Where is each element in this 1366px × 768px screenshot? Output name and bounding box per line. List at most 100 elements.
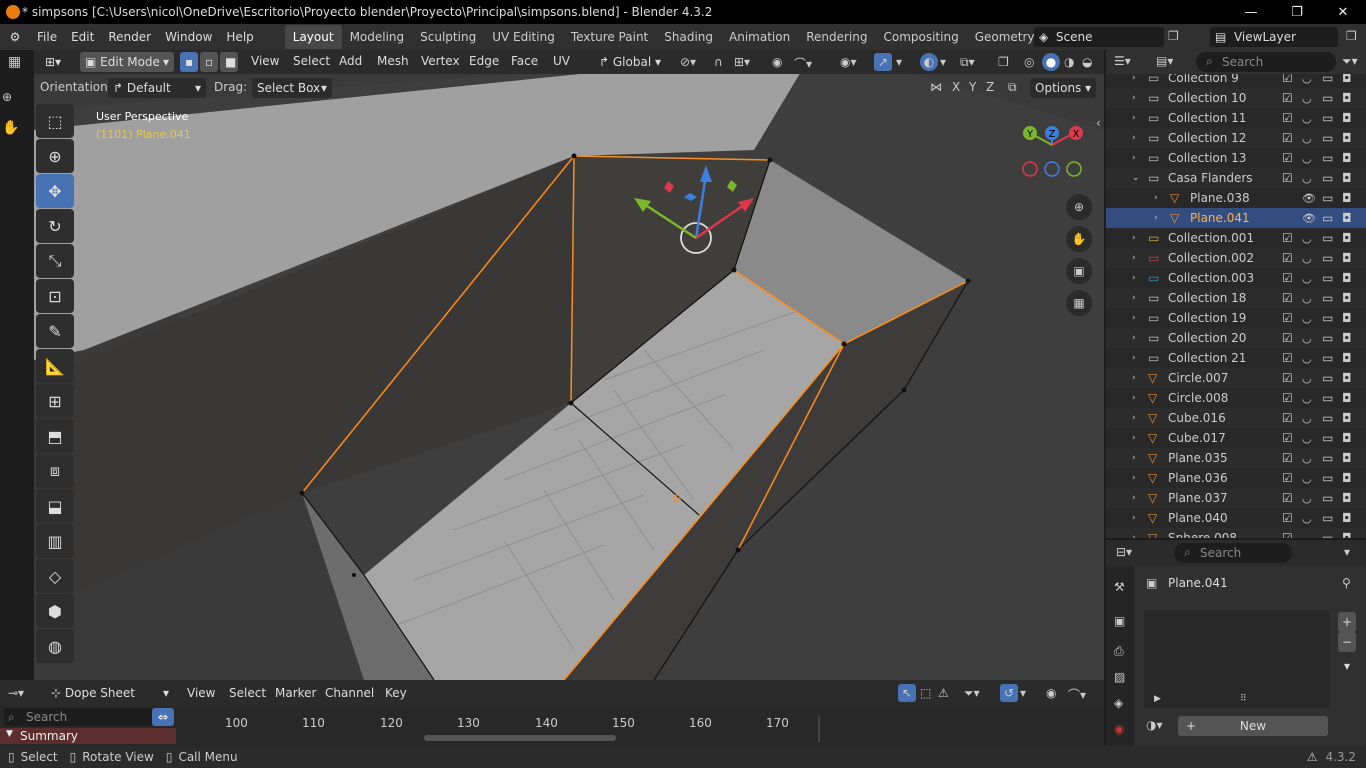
expand-icon[interactable]: › <box>1132 153 1136 163</box>
properties-options-icon[interactable]: ▾ <box>1344 545 1350 559</box>
expand-icon[interactable]: › <box>1132 113 1136 123</box>
outliner-row[interactable]: › ▽ Cube.016 ☑ ◡ ▭ ◘ <box>1106 408 1366 428</box>
monitor-icon[interactable]: ▭ <box>1322 251 1333 265</box>
exclude-checkbox[interactable]: ☑ <box>1282 91 1293 105</box>
eye-icon[interactable]: ◡ <box>1302 312 1312 325</box>
camera-render-icon[interactable]: ◘ <box>1342 531 1352 538</box>
move-tool-icon[interactable]: ✥ <box>36 174 74 208</box>
eye-icon[interactable]: ◡ <box>1302 352 1312 365</box>
mirror-z[interactable]: Z <box>986 80 994 94</box>
monitor-icon[interactable]: ▭ <box>1322 111 1333 125</box>
falloff-icon[interactable]: ⌒▾ <box>794 55 812 72</box>
expand-icon[interactable]: › <box>1132 133 1136 143</box>
add-cube-tool-icon[interactable]: ⊞ <box>36 384 74 418</box>
pin-icon[interactable]: ⚲ <box>1342 576 1351 590</box>
zoom-icon[interactable]: ⊕ <box>1066 194 1092 220</box>
grid-view-icon[interactable]: ▦ <box>1066 290 1092 316</box>
only-errors-icon[interactable]: ⚠ <box>938 686 949 700</box>
timeline-editor-type-icon[interactable]: ⊸▾ <box>8 686 24 700</box>
camera-render-icon[interactable]: ◘ <box>1342 311 1352 325</box>
tab-rendering[interactable]: Rendering <box>798 25 875 49</box>
camera-render-icon[interactable]: ◘ <box>1342 431 1352 445</box>
navigation-gizmo[interactable]: Y Z X <box>1020 120 1090 185</box>
monitor-icon[interactable]: ▭ <box>1322 471 1333 485</box>
monitor-icon[interactable]: ▭ <box>1322 231 1333 245</box>
edge-select-button[interactable]: ▫ <box>200 52 218 72</box>
outliner-row[interactable]: ⌄ ▭ Casa Flanders ☑ ◡ ▭ ◘ <box>1106 168 1366 188</box>
exclude-checkbox[interactable]: ☑ <box>1282 471 1293 485</box>
camera-render-icon[interactable]: ◘ <box>1342 151 1352 165</box>
camera-render-icon[interactable]: ◘ <box>1342 491 1352 505</box>
snap-target-icon[interactable]: ⊞▾ <box>734 55 750 69</box>
mirror-y[interactable]: Y <box>969 80 976 94</box>
wireframe-shading-icon[interactable]: ◎ <box>1024 55 1034 69</box>
expand-icon[interactable]: › <box>1132 433 1136 443</box>
outliner-row[interactable]: › ▭ Collection 11 ☑ ◡ ▭ ◘ <box>1106 108 1366 128</box>
outliner-row[interactable]: › ▭ Collection 21 ☑ ◡ ▭ ◘ <box>1106 348 1366 368</box>
menu-file[interactable]: File <box>30 24 64 50</box>
output-tab-icon[interactable]: ⎙ <box>1114 644 1124 659</box>
hand-icon[interactable]: ✋ <box>2 120 19 136</box>
eye-icon[interactable]: ◡ <box>1302 492 1312 505</box>
face-select-button[interactable]: ■ <box>220 52 238 72</box>
expand-icon[interactable]: › <box>1154 193 1158 203</box>
exclude-checkbox[interactable]: ☑ <box>1282 74 1293 85</box>
properties-editor-type-icon[interactable]: ⊟▾ <box>1116 545 1132 559</box>
sidebar-toggle-icon[interactable]: ‹ <box>1096 116 1101 130</box>
editor-type-dropdown[interactable]: ⊞▾ <box>40 52 74 72</box>
show-hidden-icon[interactable]: ⬚ <box>920 686 931 700</box>
list-resize-handle[interactable]: ⠿ <box>1240 694 1247 704</box>
monitor-icon[interactable]: ▭ <box>1322 91 1333 105</box>
mesh-edit-overlay-icon[interactable]: ⧉▾ <box>960 55 975 70</box>
new-material-button[interactable]: + New <box>1178 716 1328 736</box>
tab-sculpting[interactable]: Sculpting <box>412 25 484 49</box>
drag-dropdown[interactable]: Select Box ▾ <box>252 78 332 98</box>
loop-cut-tool-icon[interactable]: ▥ <box>36 524 74 558</box>
falloff-timeline-icon[interactable]: ⌒▾ <box>1068 686 1086 703</box>
expand-icon[interactable]: › <box>1132 513 1136 523</box>
orientation-dropdown[interactable]: ↱ Default ▾ <box>108 78 206 98</box>
inset-tool-icon[interactable]: ⧈ <box>36 454 74 488</box>
monitor-icon[interactable]: ▭ <box>1322 74 1333 85</box>
outliner-row[interactable]: › ▽ Sphere.008 ☑ ◡ ▭ ◘ <box>1106 528 1366 538</box>
exclude-checkbox[interactable]: ☑ <box>1282 171 1293 185</box>
viewlayer-selector[interactable]: ▤ ViewLayer <box>1210 27 1338 47</box>
monitor-icon[interactable]: ▭ <box>1322 431 1333 445</box>
menu-select[interactable]: Select <box>286 49 337 73</box>
expand-icon[interactable]: ⌄ <box>1132 173 1140 183</box>
outliner-row[interactable]: › ▽ Plane.038 👁 ▭ ◘ <box>1106 188 1366 208</box>
eye-icon[interactable]: ◡ <box>1302 92 1312 105</box>
camera-render-icon[interactable]: ◘ <box>1342 91 1352 105</box>
viewport-3d[interactable]: User Perspective (1101) Plane.041 Y Z X … <box>34 50 1104 680</box>
editor-type-icon[interactable]: ▦ <box>8 54 21 70</box>
eye-icon[interactable]: 👁 <box>1302 192 1316 205</box>
camera-render-icon[interactable]: ◘ <box>1342 271 1352 285</box>
summary-expand-icon[interactable]: ▼ <box>6 729 13 739</box>
expand-icon[interactable]: › <box>1132 313 1136 323</box>
overlays-icon[interactable]: ◐ <box>920 53 938 71</box>
material-slot-list[interactable] <box>1144 610 1330 708</box>
menu-uv[interactable]: UV <box>546 49 577 73</box>
pivot-icon[interactable]: ⊘▾ <box>680 55 696 69</box>
menu-add[interactable]: Add <box>332 49 369 73</box>
select-box-tool-icon[interactable]: ⬚ <box>36 104 74 138</box>
timeline-menu-view[interactable]: View <box>180 680 222 706</box>
menu-face[interactable]: Face <box>504 49 545 73</box>
scene-tab-icon[interactable]: ◈ <box>1114 696 1123 710</box>
transform-orientation-dropdown[interactable]: ↱ Global ▾ <box>594 52 670 72</box>
outliner-row[interactable]: › ▭ Collection 9 ☑ ◡ ▭ ◘ <box>1106 74 1366 88</box>
scale-tool-icon[interactable]: ⤡ <box>36 244 74 278</box>
knife-tool-icon[interactable]: ◇ <box>36 559 74 593</box>
display-mode-icon[interactable]: ▤▾ <box>1156 54 1173 68</box>
add-slot-button[interactable]: + <box>1338 612 1356 632</box>
overlays-dropdown-icon[interactable]: ▾ <box>940 55 946 69</box>
camera-icon[interactable]: ▣ <box>1066 258 1092 284</box>
gizmo-dropdown-icon[interactable]: ▾ <box>896 55 902 69</box>
material-shading-icon[interactable]: ◑ <box>1064 55 1074 69</box>
eye-icon[interactable]: ◡ <box>1302 232 1312 245</box>
eye-icon[interactable]: ◡ <box>1302 252 1312 265</box>
new-scene-icon[interactable]: ❐ <box>1168 29 1179 43</box>
monitor-icon[interactable]: ▭ <box>1322 191 1333 205</box>
camera-render-icon[interactable]: ◘ <box>1342 251 1352 265</box>
extrude-tool-icon[interactable]: ⬒ <box>36 419 74 453</box>
